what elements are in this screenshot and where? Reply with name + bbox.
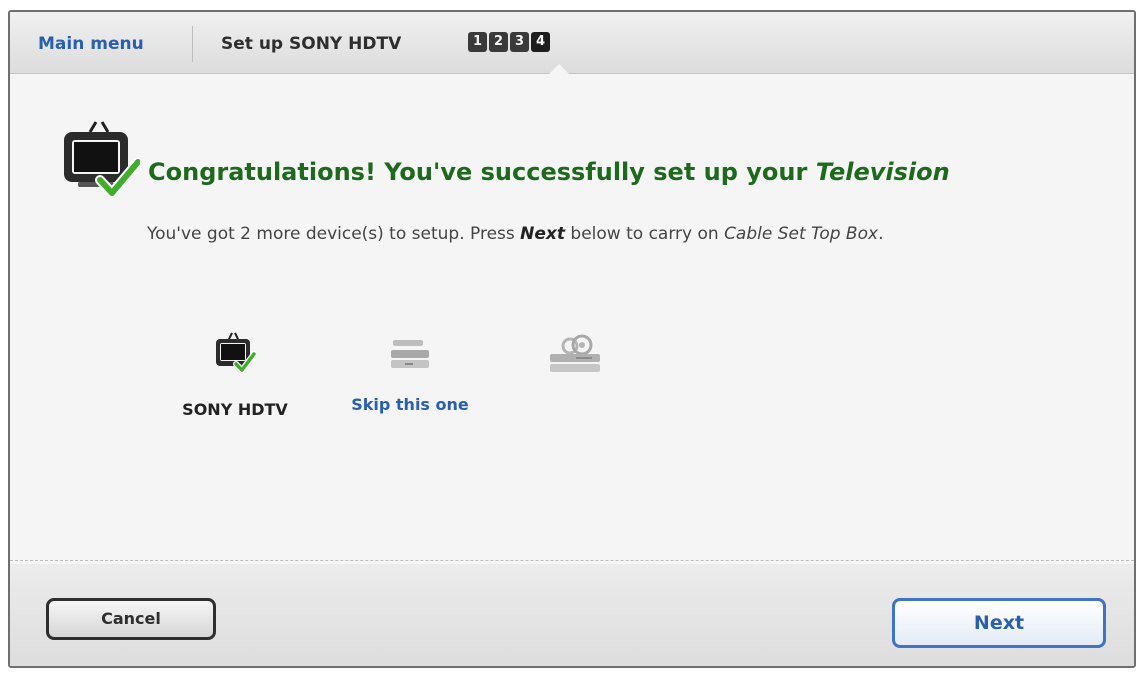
device-set-top-box: Skip this one	[340, 338, 480, 414]
step-3: 3	[510, 32, 529, 52]
step-4-current: 4	[531, 32, 550, 52]
device-label: SONY HDTV	[182, 400, 288, 419]
set-top-box-icon	[391, 340, 429, 368]
step-pointer	[549, 64, 569, 74]
main-menu-link[interactable]: Main menu	[38, 34, 144, 54]
dvd-player-icon	[550, 334, 600, 372]
setup-wizard-window: Main menu Set up SONY HDTV 1 2 3 4 Congr…	[8, 10, 1136, 668]
wizard-title: Set up SONY HDTV	[221, 34, 402, 54]
footer-divider	[10, 560, 1134, 561]
success-heading: Congratulations! You've successfully set…	[148, 158, 950, 186]
wizard-header: Main menu Set up SONY HDTV 1 2 3 4	[10, 12, 1134, 74]
tv-check-icon	[64, 121, 140, 198]
device-sony-hdtv: SONY HDTV	[160, 332, 310, 419]
next-button[interactable]: Next	[892, 598, 1106, 648]
tv-check-icon	[216, 332, 256, 373]
step-1: 1	[468, 32, 487, 52]
device-dvd-player	[540, 334, 610, 374]
step-2: 2	[489, 32, 508, 52]
header-divider	[192, 26, 193, 62]
skip-this-one-link[interactable]: Skip this one	[340, 395, 480, 414]
step-indicator: 1 2 3 4	[468, 32, 550, 52]
instruction-text: You've got 2 more device(s) to setup. Pr…	[147, 224, 884, 244]
cancel-button[interactable]: Cancel	[46, 598, 216, 640]
